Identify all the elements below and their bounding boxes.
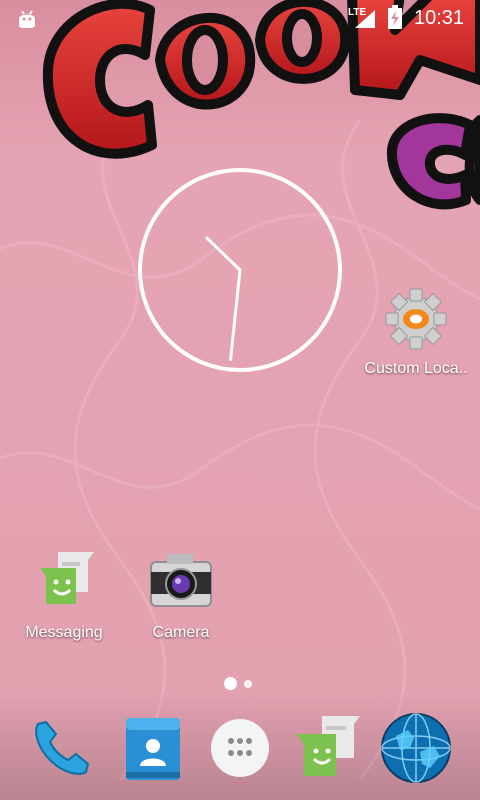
clock-hour-hand <box>205 236 242 272</box>
phone-icon[interactable] <box>26 712 98 784</box>
settings-gear-icon <box>385 288 447 350</box>
android-notification-icon[interactable] <box>16 7 38 29</box>
globe-icon[interactable] <box>380 712 452 784</box>
clock-minute-hand <box>229 268 242 362</box>
status-time: 10:31 <box>414 7 465 29</box>
app-custom-locale[interactable]: Custom Loca.. <box>358 284 474 378</box>
messaging-icon[interactable] <box>292 712 364 784</box>
status-bar: LTE 10:31 <box>0 0 480 36</box>
signal-icon <box>355 10 375 28</box>
app-camera[interactable]: Camera <box>136 546 226 642</box>
app-messaging[interactable]: Messaging <box>18 546 110 642</box>
camera-icon <box>150 554 212 607</box>
app-label: Messaging <box>25 624 103 641</box>
battery-charging-icon <box>388 5 402 29</box>
app-drawer-icon[interactable] <box>204 712 276 784</box>
page-dot-current <box>224 677 237 690</box>
messaging-icon <box>40 552 94 604</box>
app-label: Camera <box>152 624 210 641</box>
analog-clock-widget[interactable] <box>136 166 344 374</box>
page-indicator <box>224 677 264 691</box>
page-dot <box>244 680 252 688</box>
app-label: Custom Loca.. <box>364 360 468 377</box>
contacts-icon[interactable] <box>116 712 188 784</box>
